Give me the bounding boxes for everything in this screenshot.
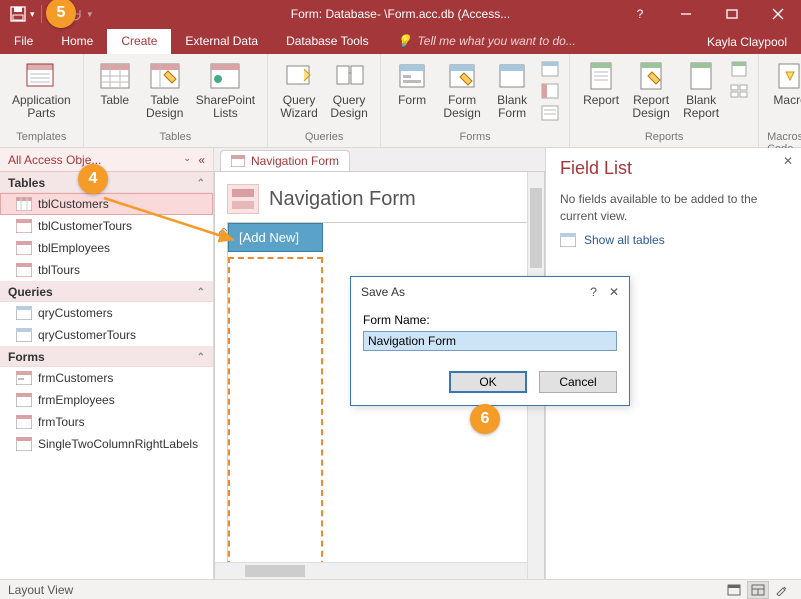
lightbulb-icon: 💡 bbox=[397, 34, 412, 48]
home-menu[interactable]: Home bbox=[47, 29, 107, 54]
create-menu[interactable]: Create bbox=[107, 29, 171, 54]
ribbon-group-label: Templates bbox=[16, 129, 66, 145]
sharepoint-lists-button[interactable]: SharePoint Lists bbox=[192, 58, 259, 122]
horizontal-scrollbar[interactable] bbox=[215, 562, 527, 579]
ribbon-group-label: Queries bbox=[305, 129, 344, 145]
form-wizard-button[interactable] bbox=[539, 58, 561, 80]
dialog-close-icon[interactable]: ✕ bbox=[609, 285, 619, 299]
report-design-button[interactable]: Report Design bbox=[628, 58, 674, 122]
ribbon-group-reports: Report Report Design Blank Report Report… bbox=[570, 54, 759, 147]
callout-6: 6 bbox=[470, 404, 500, 434]
qat-dropdown-icon[interactable]: ▾ bbox=[30, 9, 35, 20]
collapse-icon: ⌃ bbox=[197, 178, 205, 189]
form-design-button[interactable]: Form Design bbox=[439, 58, 485, 122]
close-pane-icon[interactable]: ✕ bbox=[783, 154, 793, 168]
query-design-button[interactable]: Query Design bbox=[326, 58, 372, 122]
dialog-title: Save As bbox=[361, 285, 405, 299]
nav-item[interactable]: frmCustomers bbox=[0, 367, 213, 389]
field-list-title: Field List bbox=[560, 158, 787, 179]
ribbon-group-label: Reports bbox=[645, 129, 684, 145]
nav-item[interactable]: tblTours bbox=[0, 259, 213, 281]
table-icon bbox=[560, 233, 576, 247]
user-name[interactable]: Kayla Claypool bbox=[693, 30, 801, 54]
nav-item[interactable]: frmTours bbox=[0, 411, 213, 433]
nav-collapse-icon[interactable]: « bbox=[198, 153, 205, 167]
ok-button[interactable]: OK bbox=[449, 371, 527, 393]
ribbon-group-queries: Query Wizard Query Design Queries bbox=[268, 54, 381, 147]
nav-item[interactable]: tblEmployees bbox=[0, 237, 213, 259]
ribbon-group-tables: Table Table Design SharePoint Lists Tabl… bbox=[84, 54, 268, 147]
tell-me-label: Tell me what you want to do... bbox=[418, 34, 576, 48]
save-as-dialog: Save As ? ✕ Form Name: OK Cancel bbox=[350, 276, 630, 406]
design-view-icon[interactable] bbox=[771, 581, 793, 599]
query-wizard-button[interactable]: Query Wizard bbox=[276, 58, 322, 122]
form-button[interactable]: Form bbox=[389, 58, 435, 109]
layout-view-icon[interactable] bbox=[747, 581, 769, 599]
form-icon bbox=[231, 155, 245, 167]
minimize-icon[interactable] bbox=[663, 0, 709, 28]
application-parts-button[interactable]: Application Parts bbox=[8, 58, 75, 122]
external-data-menu[interactable]: External Data bbox=[171, 29, 272, 54]
field-list-message: No fields available to be added to the c… bbox=[560, 191, 787, 225]
table-design-button[interactable]: Table Design bbox=[142, 58, 188, 122]
status-bar: Layout View bbox=[0, 579, 801, 599]
section-forms[interactable]: Forms⌃ bbox=[0, 346, 213, 367]
blank-form-button[interactable]: Blank Form bbox=[489, 58, 535, 122]
menu-bar: File Home Create External Data Database … bbox=[0, 28, 801, 54]
macro-button[interactable]: Macro bbox=[767, 58, 801, 109]
collapse-icon: ⌃ bbox=[197, 287, 205, 298]
form-name-input[interactable] bbox=[363, 331, 617, 351]
navigation-pane: All Access Obje... ⌄ « Tables⌃ tblCustom… bbox=[0, 148, 214, 579]
nav-item[interactable]: qryCustomerTours bbox=[0, 324, 213, 346]
nav-item-tblcustomers[interactable]: tblCustomers bbox=[0, 193, 213, 215]
form-name-label: Form Name: bbox=[363, 313, 617, 327]
drop-target[interactable] bbox=[228, 257, 323, 577]
ribbon-group-label: Macros & Code bbox=[767, 129, 801, 145]
status-label: Layout View bbox=[8, 583, 73, 597]
document-tab[interactable]: Navigation Form bbox=[220, 150, 350, 171]
help-icon[interactable]: ? bbox=[617, 0, 663, 28]
window-title: Form: Database- \Form.acc.db (Access... bbox=[291, 7, 510, 21]
close-icon[interactable] bbox=[755, 0, 801, 28]
cancel-button[interactable]: Cancel bbox=[539, 371, 617, 393]
title-bar: ▾ ▾ Form: Database- \Form.acc.db (Access… bbox=[0, 0, 801, 28]
more-forms-button[interactable] bbox=[539, 102, 561, 124]
maximize-icon[interactable] bbox=[709, 0, 755, 28]
tell-me-search[interactable]: 💡 Tell me what you want to do... bbox=[383, 29, 590, 54]
nav-item[interactable]: qryCustomers bbox=[0, 302, 213, 324]
section-queries[interactable]: Queries⌃ bbox=[0, 281, 213, 302]
add-new-tab[interactable]: [Add New] bbox=[228, 223, 323, 252]
nav-item[interactable]: frmEmployees bbox=[0, 389, 213, 411]
document-tabs: Navigation Form bbox=[214, 148, 545, 172]
callout-4: 4 bbox=[78, 164, 108, 194]
ribbon-group-forms: Form Form Design Blank Form Forms bbox=[381, 54, 570, 147]
form-title: Navigation Form bbox=[269, 188, 416, 211]
file-menu[interactable]: File bbox=[0, 29, 47, 54]
database-tools-menu[interactable]: Database Tools bbox=[272, 29, 383, 54]
nav-header[interactable]: All Access Obje... ⌄ « bbox=[0, 148, 213, 172]
save-icon[interactable] bbox=[10, 6, 26, 22]
collapse-icon: ⌃ bbox=[197, 352, 205, 363]
ribbon-group-label: Forms bbox=[460, 129, 491, 145]
labels-button[interactable] bbox=[728, 80, 750, 102]
form-logo bbox=[227, 184, 259, 214]
show-all-tables-link[interactable]: Show all tables bbox=[560, 233, 787, 247]
dialog-help-icon[interactable]: ? bbox=[590, 285, 597, 299]
report-button[interactable]: Report bbox=[578, 58, 624, 109]
ribbon: Application Parts Templates Table Table … bbox=[0, 54, 801, 148]
table-button[interactable]: Table bbox=[92, 58, 138, 109]
nav-item[interactable]: SingleTwoColumnRightLabels bbox=[0, 433, 213, 455]
nav-item[interactable]: tblCustomerTours bbox=[0, 215, 213, 237]
nav-dropdown-icon[interactable]: ⌄ bbox=[183, 153, 191, 167]
tab-label: Navigation Form bbox=[251, 154, 339, 168]
navigation-button[interactable] bbox=[539, 80, 561, 102]
blank-report-button[interactable]: Blank Report bbox=[678, 58, 724, 122]
form-view-icon[interactable] bbox=[723, 581, 745, 599]
ribbon-group-templates: Application Parts Templates bbox=[0, 54, 84, 147]
ribbon-group-label: Tables bbox=[160, 129, 192, 145]
report-wizard-button[interactable] bbox=[728, 58, 750, 80]
ribbon-group-macros: Macro vb Macros & Code bbox=[759, 54, 801, 147]
